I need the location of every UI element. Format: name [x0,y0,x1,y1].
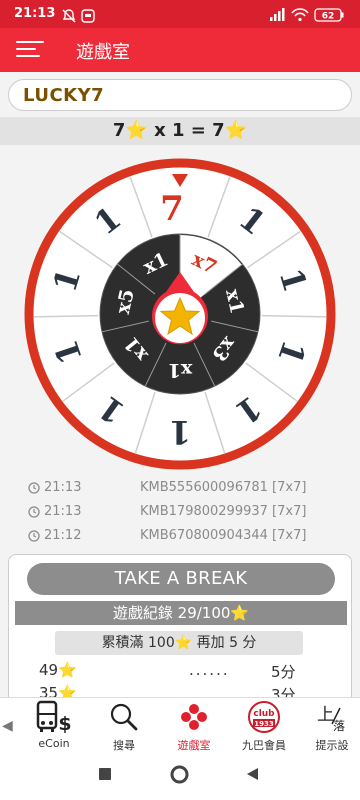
mute-bell-icon [62,9,76,23]
search-icon [110,703,138,731]
signal-icon [270,8,285,21]
record-time: 21:13 [44,480,82,495]
record-time: 21:13 [44,504,82,519]
result-right-value: 7 [212,120,225,141]
reward-dots: ...... [189,661,230,679]
nav-item-ecoin[interactable]: $ eCoin [20,698,88,756]
take-a-break-button[interactable]: TAKE A BREAK [27,563,335,595]
nav-item-search[interactable]: 搜尋 [90,698,158,756]
nav-item-label: 搜尋 [113,739,135,752]
app-notification-icon [81,9,95,23]
reward-value: 49⭐ [39,661,77,679]
game-name: LUCKY7 [23,85,105,106]
wheel-inner-label: x1 [168,359,193,381]
hamburger-menu-icon[interactable] [16,41,44,61]
reward-row: 49⭐ ...... 5分 [39,661,339,683]
record-time: 21:12 [44,528,82,543]
wheel-pointer-value: 7 [160,189,184,229]
clock-icon [28,482,40,494]
accumulate-banner: 累積滿 100⭐ 再加 5 分 [55,631,303,655]
nav-item-label: eCoin [38,737,70,750]
page-title: 遊戲室 [76,42,130,63]
app-bar: 遊戲室 [0,28,360,72]
game-stats-card: TAKE A BREAK 遊戲紀錄 29/100⭐ 累積滿 100⭐ 再加 5 … [8,554,352,704]
alert-settings-icon: 上 落 [317,705,345,732]
svg-text:上: 上 [317,705,334,725]
nav-item-game-room[interactable]: 遊戲室 [160,698,228,756]
nav-item-alert-settings[interactable]: 上 落 提示設 [298,698,360,756]
svg-text:落: 落 [333,719,345,732]
nav-item-label: 提示設 [315,739,349,752]
status-right-icons: 62 [270,7,350,26]
status-bar: 21:13 62 [0,0,360,28]
record-id: KMB555600096781 [7x7] [140,480,307,495]
nav-item-club-member[interactable]: club 1933 九巴會員 [230,698,298,756]
result-left-value: 7 [112,120,126,141]
chevron-left-icon[interactable]: ◀ [2,718,13,734]
battery-level: 62 [322,12,335,22]
bottom-nav: ◀ $ eCoin 搜尋 遊戲室 club 1933 九巴會員 上 落 提示設 [0,697,360,756]
record-id: KMB179800299937 [7x7] [140,504,307,519]
result-multiplier-text: x 1 = [147,120,213,141]
reward-points: 5分 [271,663,296,681]
club1933-icon: club 1933 [248,701,280,733]
lucky-wheel[interactable]: 111111111 x7 x1 x3 x1 x1 x5 x1 7 [0,150,360,474]
bus-ecoin-icon: $ [36,700,72,734]
status-time: 21:13 [14,6,56,21]
list-item: 21:12 KMB670800904344 [7x7] [28,526,328,550]
star-icon: ⭐ [125,120,148,141]
star-icon: ⭐ [224,120,248,141]
wheel-outer-label: 1 [169,413,191,451]
status-left-icons [62,8,98,27]
battery-icon: 62 [314,8,344,22]
nav-item-label: 九巴會員 [242,739,286,752]
system-nav-bar [0,755,360,800]
svg-text:1933: 1933 [254,720,274,728]
svg-text:club: club [253,709,275,719]
game-record-header: 遊戲紀錄 29/100⭐ [15,601,347,625]
svg-text:$: $ [58,713,71,734]
clock-icon [28,506,40,518]
record-id: KMB670800904344 [7x7] [140,528,307,543]
game-dots-icon [181,704,207,730]
wifi-icon [291,8,309,22]
list-item: 21:13 KMB179800299937 [7x7] [28,502,328,526]
list-item: 21:13 KMB555600096781 [7x7] [28,478,328,502]
home-circle-icon[interactable] [170,765,189,784]
recent-apps-square-icon[interactable] [98,767,112,781]
clock-icon [28,530,40,542]
recent-records: 21:13 KMB555600096781 [7x7] 21:13 KMB179… [28,478,328,550]
back-triangle-icon[interactable] [245,767,259,781]
nav-item-label: 遊戲室 [177,739,211,752]
game-name-box: LUCKY7 [8,79,352,111]
result-bar: 7⭐ x 1 = 7⭐ [0,117,360,145]
